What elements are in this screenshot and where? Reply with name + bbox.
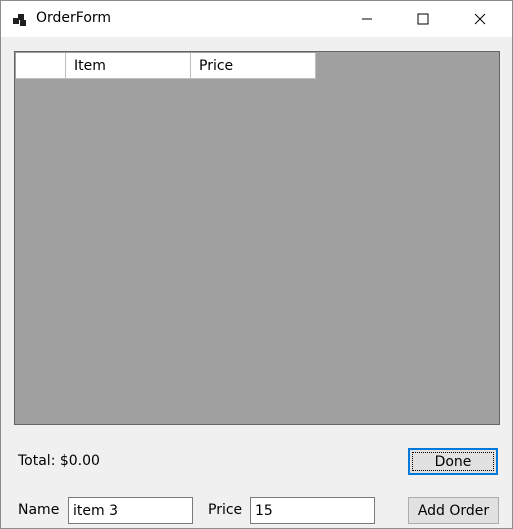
minimize-button[interactable] bbox=[344, 1, 390, 37]
maximize-icon bbox=[417, 13, 429, 25]
maximize-button[interactable] bbox=[400, 1, 446, 37]
row-header-corner[interactable] bbox=[16, 53, 66, 79]
column-header-price[interactable]: Price bbox=[191, 53, 316, 79]
orders-grid[interactable]: Item Price bbox=[14, 51, 500, 425]
title-bar[interactable]: OrderForm bbox=[1, 1, 512, 37]
close-icon bbox=[474, 13, 486, 25]
name-label: Name bbox=[18, 502, 60, 518]
done-button[interactable]: Done bbox=[408, 448, 498, 475]
price-label: Price bbox=[208, 502, 243, 518]
grid-header-row: Item Price bbox=[16, 53, 316, 79]
name-input[interactable] bbox=[68, 497, 193, 524]
app-icon[interactable] bbox=[12, 12, 28, 28]
column-header-item[interactable]: Item bbox=[66, 53, 191, 79]
order-form-window: OrderForm Item Price Total: $0.00 Done N… bbox=[0, 0, 513, 529]
minimize-icon bbox=[362, 18, 372, 20]
window-title: OrderForm bbox=[36, 10, 112, 26]
add-order-button[interactable]: Add Order bbox=[408, 497, 499, 524]
total-label: Total: $0.00 bbox=[18, 453, 100, 469]
price-input[interactable] bbox=[250, 497, 375, 524]
close-button[interactable] bbox=[457, 1, 503, 37]
